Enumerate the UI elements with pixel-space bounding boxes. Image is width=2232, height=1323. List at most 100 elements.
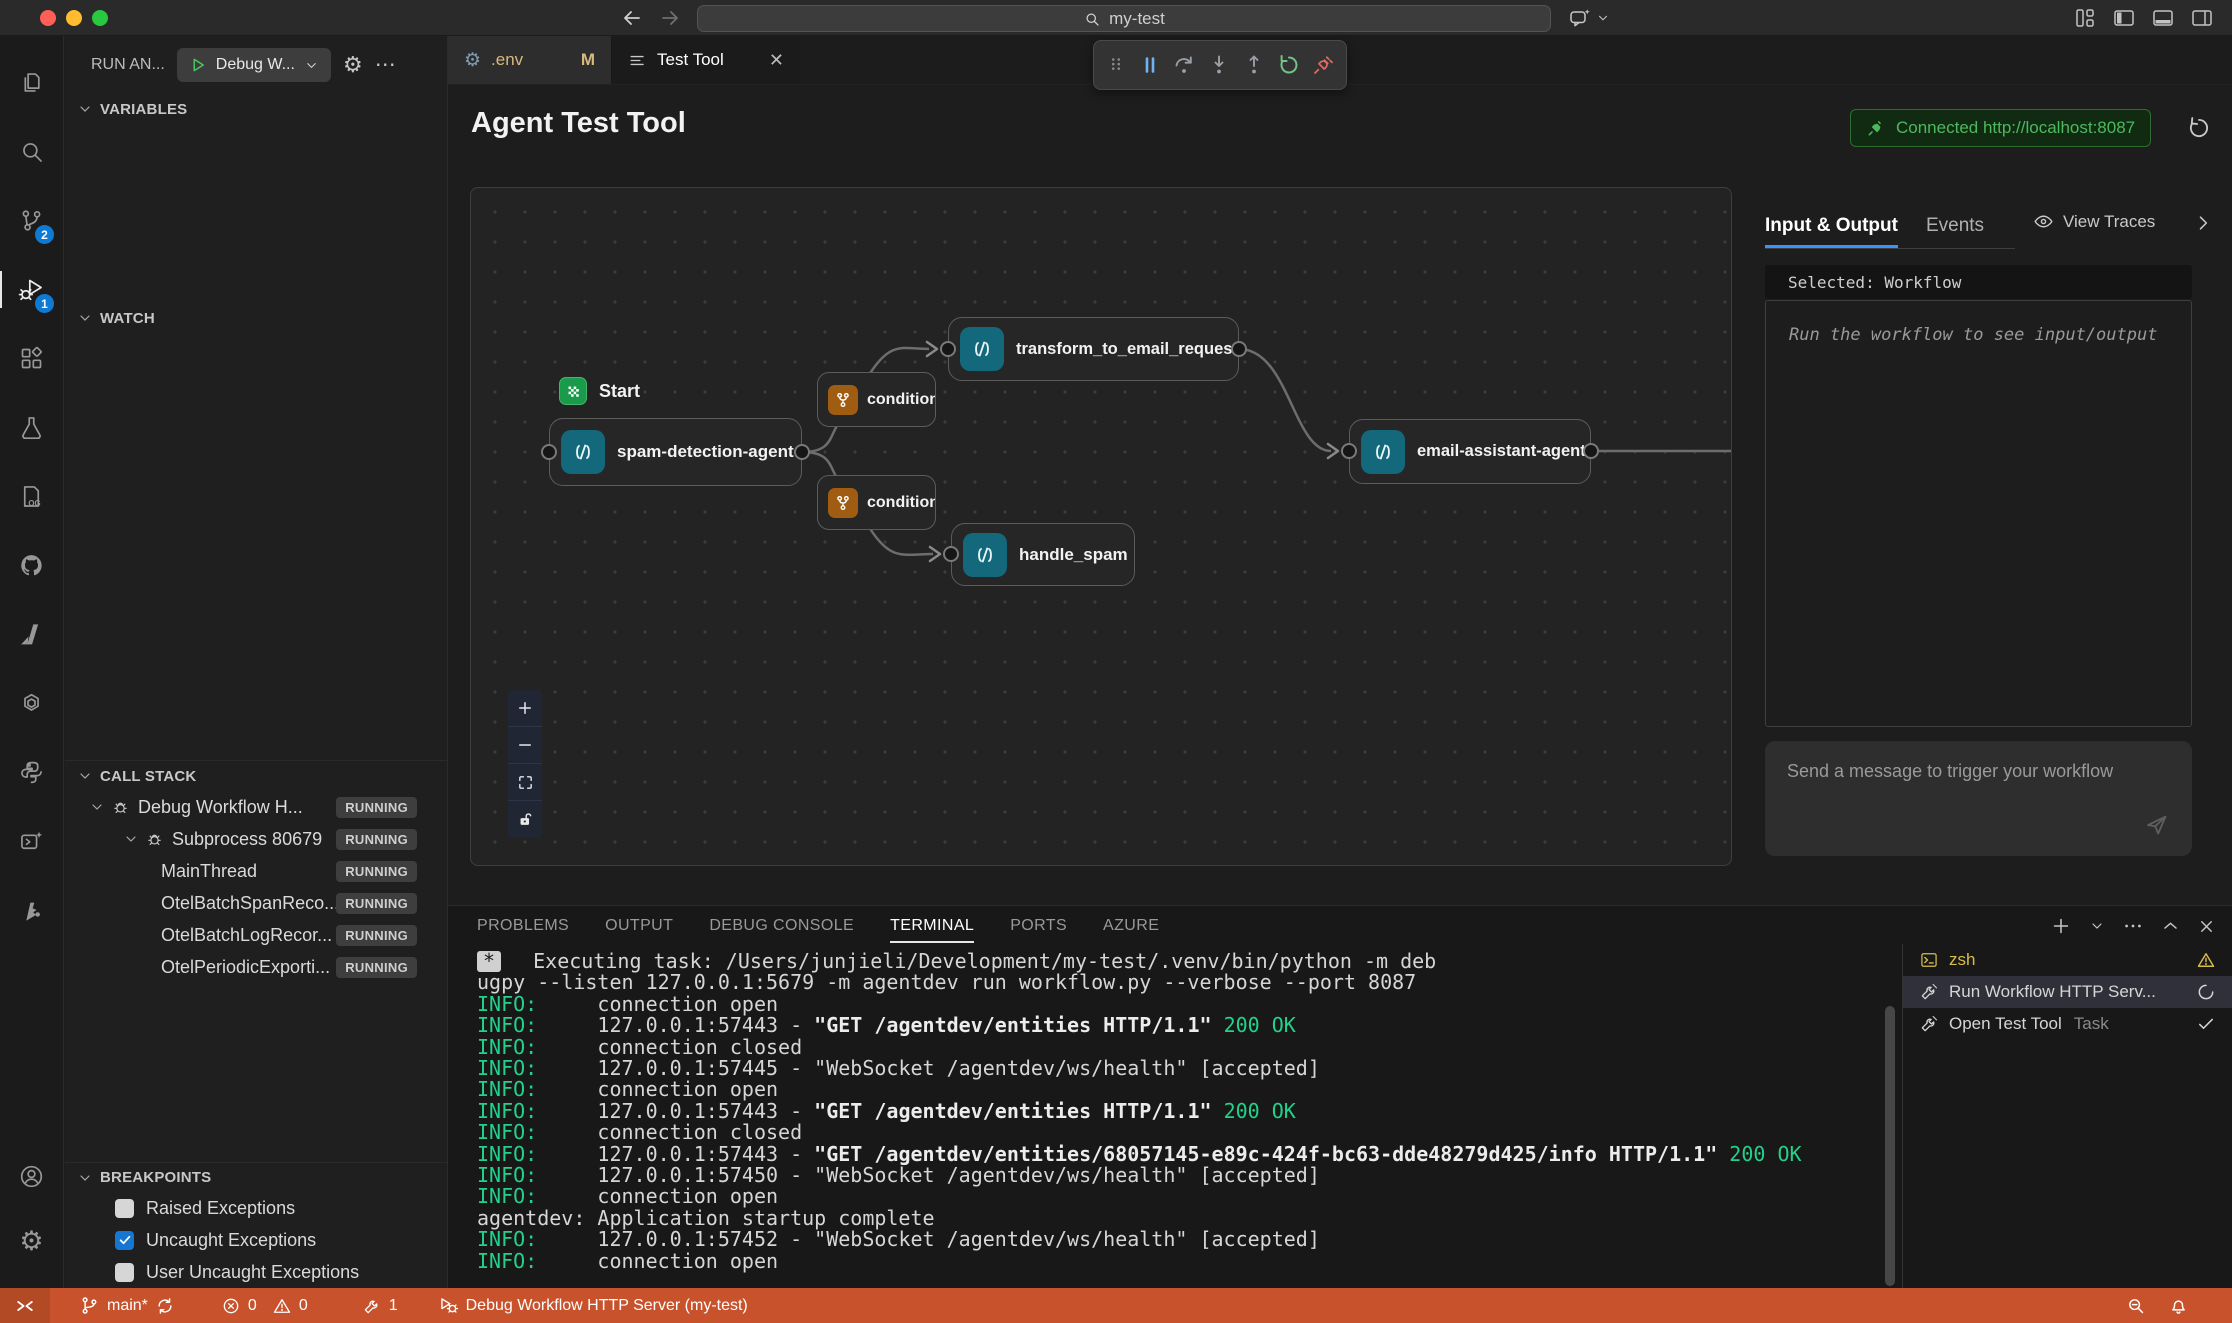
node-handle-spam[interactable]: handle_spam (951, 523, 1135, 586)
accounts-icon[interactable] (0, 1144, 63, 1209)
customize-layout-icon[interactable] (2073, 6, 2097, 30)
node-transform-to-email-request[interactable]: transform_to_email_request (948, 317, 1239, 381)
restart-button[interactable] (1277, 53, 1301, 77)
reload-icon[interactable] (2186, 115, 2212, 141)
run-and-debug-icon[interactable]: 1 (0, 255, 63, 324)
search-icon[interactable] (0, 117, 63, 186)
toggle-primary-sidebar-icon[interactable] (2112, 6, 2136, 30)
message-input[interactable]: Send a message to trigger your workflow (1765, 741, 2192, 856)
openai-icon[interactable] (0, 669, 63, 738)
fit-view-button[interactable] (508, 764, 542, 801)
minimize-window-button[interactable] (66, 10, 82, 26)
screencast-zoom-icon[interactable] (2116, 1295, 2155, 1316)
azure-icon[interactable] (0, 600, 63, 669)
panel-tab-ports[interactable]: PORTS (1010, 913, 1067, 939)
tab-test-tool[interactable]: Test Tool ✕ (612, 36, 800, 84)
terminal-instance-open-test-tool[interactable]: Open Test ToolTask (1903, 1008, 2232, 1040)
toggle-panel-icon[interactable] (2151, 6, 2175, 30)
panel-tab-output[interactable]: OUTPUT (605, 913, 673, 939)
section-breakpoints[interactable]: BREAKPOINTS (65, 1162, 447, 1192)
prompt-builder-icon[interactable] (0, 807, 63, 876)
debug-settings-gear-icon[interactable]: ⚙ (343, 54, 363, 76)
extensions-icon[interactable] (0, 324, 63, 393)
node-label: spam-detection-agent (617, 442, 794, 462)
panel-collapse-chevron-icon[interactable] (2193, 213, 2213, 233)
notifications-bell-icon[interactable] (2159, 1295, 2198, 1316)
log-viewer-icon[interactable]: LOG (0, 462, 63, 531)
command-center-search[interactable]: my-test (697, 5, 1551, 32)
breakpoint-checkbox[interactable] (115, 1231, 134, 1250)
tab-input-output[interactable]: Input & Output (1765, 203, 1898, 248)
close-tab-icon[interactable]: ✕ (769, 50, 784, 71)
step-out-button[interactable] (1242, 53, 1266, 77)
testing-icon[interactable] (0, 393, 63, 462)
toolbar-grip-icon[interactable] (1105, 54, 1127, 76)
branch-status[interactable]: main* (70, 1288, 184, 1323)
call-stack-row[interactable]: Debug Workflow H...RUNNING (65, 791, 447, 823)
new-terminal-icon[interactable] (2050, 915, 2072, 937)
close-panel-icon[interactable] (2197, 917, 2216, 936)
call-stack-row[interactable]: Subprocess 80679RUNNING (65, 823, 447, 855)
zoom-out-button[interactable] (508, 727, 542, 764)
call-stack-row[interactable]: OtelBatchLogRecor...RUNNING (65, 919, 447, 951)
panel-tab-azure[interactable]: AZURE (1103, 913, 1159, 939)
panel-tab-problems[interactable]: PROBLEMS (477, 913, 569, 939)
workflow-canvas[interactable]: Start spam-detection-agent condition con… (470, 187, 1732, 866)
explorer-icon[interactable] (0, 48, 63, 117)
terminal-dropdown-chevron-icon[interactable] (2089, 918, 2105, 934)
back-icon[interactable] (620, 6, 644, 30)
activity-badge: 1 (35, 294, 54, 313)
problems-status[interactable]: 0 0 (212, 1288, 317, 1323)
debug-launch-dropdown[interactable]: Debug W... (177, 48, 331, 82)
call-stack-row[interactable]: OtelBatchSpanReco...RUNNING (65, 887, 447, 919)
forward-icon[interactable] (658, 6, 682, 30)
section-watch[interactable]: WATCH (65, 303, 447, 333)
python-icon[interactable] (0, 738, 63, 807)
terminal-output[interactable]: * Executing task: /Users/junjieli/Develo… (477, 951, 1892, 1286)
disconnect-button[interactable] (1311, 53, 1335, 77)
remote-indicator[interactable] (0, 1288, 50, 1323)
breakpoint-checkbox[interactable] (115, 1199, 134, 1218)
node-start[interactable]: Start (559, 377, 640, 405)
tab-env[interactable]: ⚙ .env M (448, 36, 612, 84)
ai-foundry-icon[interactable] (0, 876, 63, 945)
call-stack-row[interactable]: MainThreadRUNNING (65, 855, 447, 887)
call-stack-row[interactable]: OtelPeriodicExporti...RUNNING (65, 951, 447, 983)
section-call-stack[interactable]: CALL STACK (65, 761, 447, 791)
send-message-icon[interactable] (2143, 811, 2170, 838)
breakpoint-row[interactable]: User Uncaught Exceptions (65, 1256, 447, 1288)
tab-events[interactable]: Events (1926, 203, 1984, 248)
pause-button[interactable] (1138, 53, 1162, 77)
breakpoint-checkbox[interactable] (115, 1263, 134, 1282)
source-control-icon[interactable]: 2 (0, 186, 63, 255)
zoom-window-button[interactable] (92, 10, 108, 26)
node-email-assistant-agent[interactable]: email-assistant-agent (1349, 419, 1591, 484)
breakpoint-row[interactable]: Raised Exceptions (65, 1192, 447, 1224)
terminal-instance-zsh[interactable]: zsh (1903, 944, 2232, 976)
github-icon[interactable] (0, 531, 63, 600)
node-spam-detection-agent[interactable]: spam-detection-agent (549, 418, 802, 486)
connection-status-button[interactable]: Connected http://localhost:8087 (1850, 109, 2151, 147)
node-condition-2[interactable]: condition (817, 475, 936, 530)
section-variables[interactable]: VARIABLES (65, 94, 447, 124)
maximize-panel-icon[interactable] (2161, 917, 2180, 936)
terminal-scrollbar[interactable] (1885, 1006, 1895, 1286)
terminal-instance-run-workflow-http-serv[interactable]: Run Workflow HTTP Serv... (1903, 976, 2232, 1008)
toggle-secondary-sidebar-icon[interactable] (2190, 6, 2214, 30)
settings-gear-icon[interactable]: ⚙ (0, 1209, 63, 1274)
panel-tab-terminal[interactable]: TERMINAL (890, 913, 974, 939)
step-over-button[interactable] (1172, 53, 1196, 77)
step-into-button[interactable] (1207, 53, 1231, 77)
panel-more-actions-icon[interactable] (2122, 915, 2144, 937)
view-traces-button[interactable]: View Traces (2033, 211, 2155, 232)
zoom-in-button[interactable] (508, 690, 542, 727)
debug-session-status[interactable]: Debug Workflow HTTP Server (my-test) (429, 1288, 757, 1323)
breakpoint-row[interactable]: Uncaught Exceptions (65, 1224, 447, 1256)
running-tasks-status[interactable]: 1 (353, 1288, 407, 1323)
more-actions-icon[interactable]: ⋯ (375, 61, 397, 69)
node-condition-1[interactable]: condition (817, 372, 936, 427)
copilot-chat-button[interactable] (1568, 6, 1610, 30)
panel-tab-debug-console[interactable]: DEBUG CONSOLE (709, 913, 854, 939)
close-window-button[interactable] (40, 10, 56, 26)
lock-toggle-button[interactable] (508, 801, 542, 838)
